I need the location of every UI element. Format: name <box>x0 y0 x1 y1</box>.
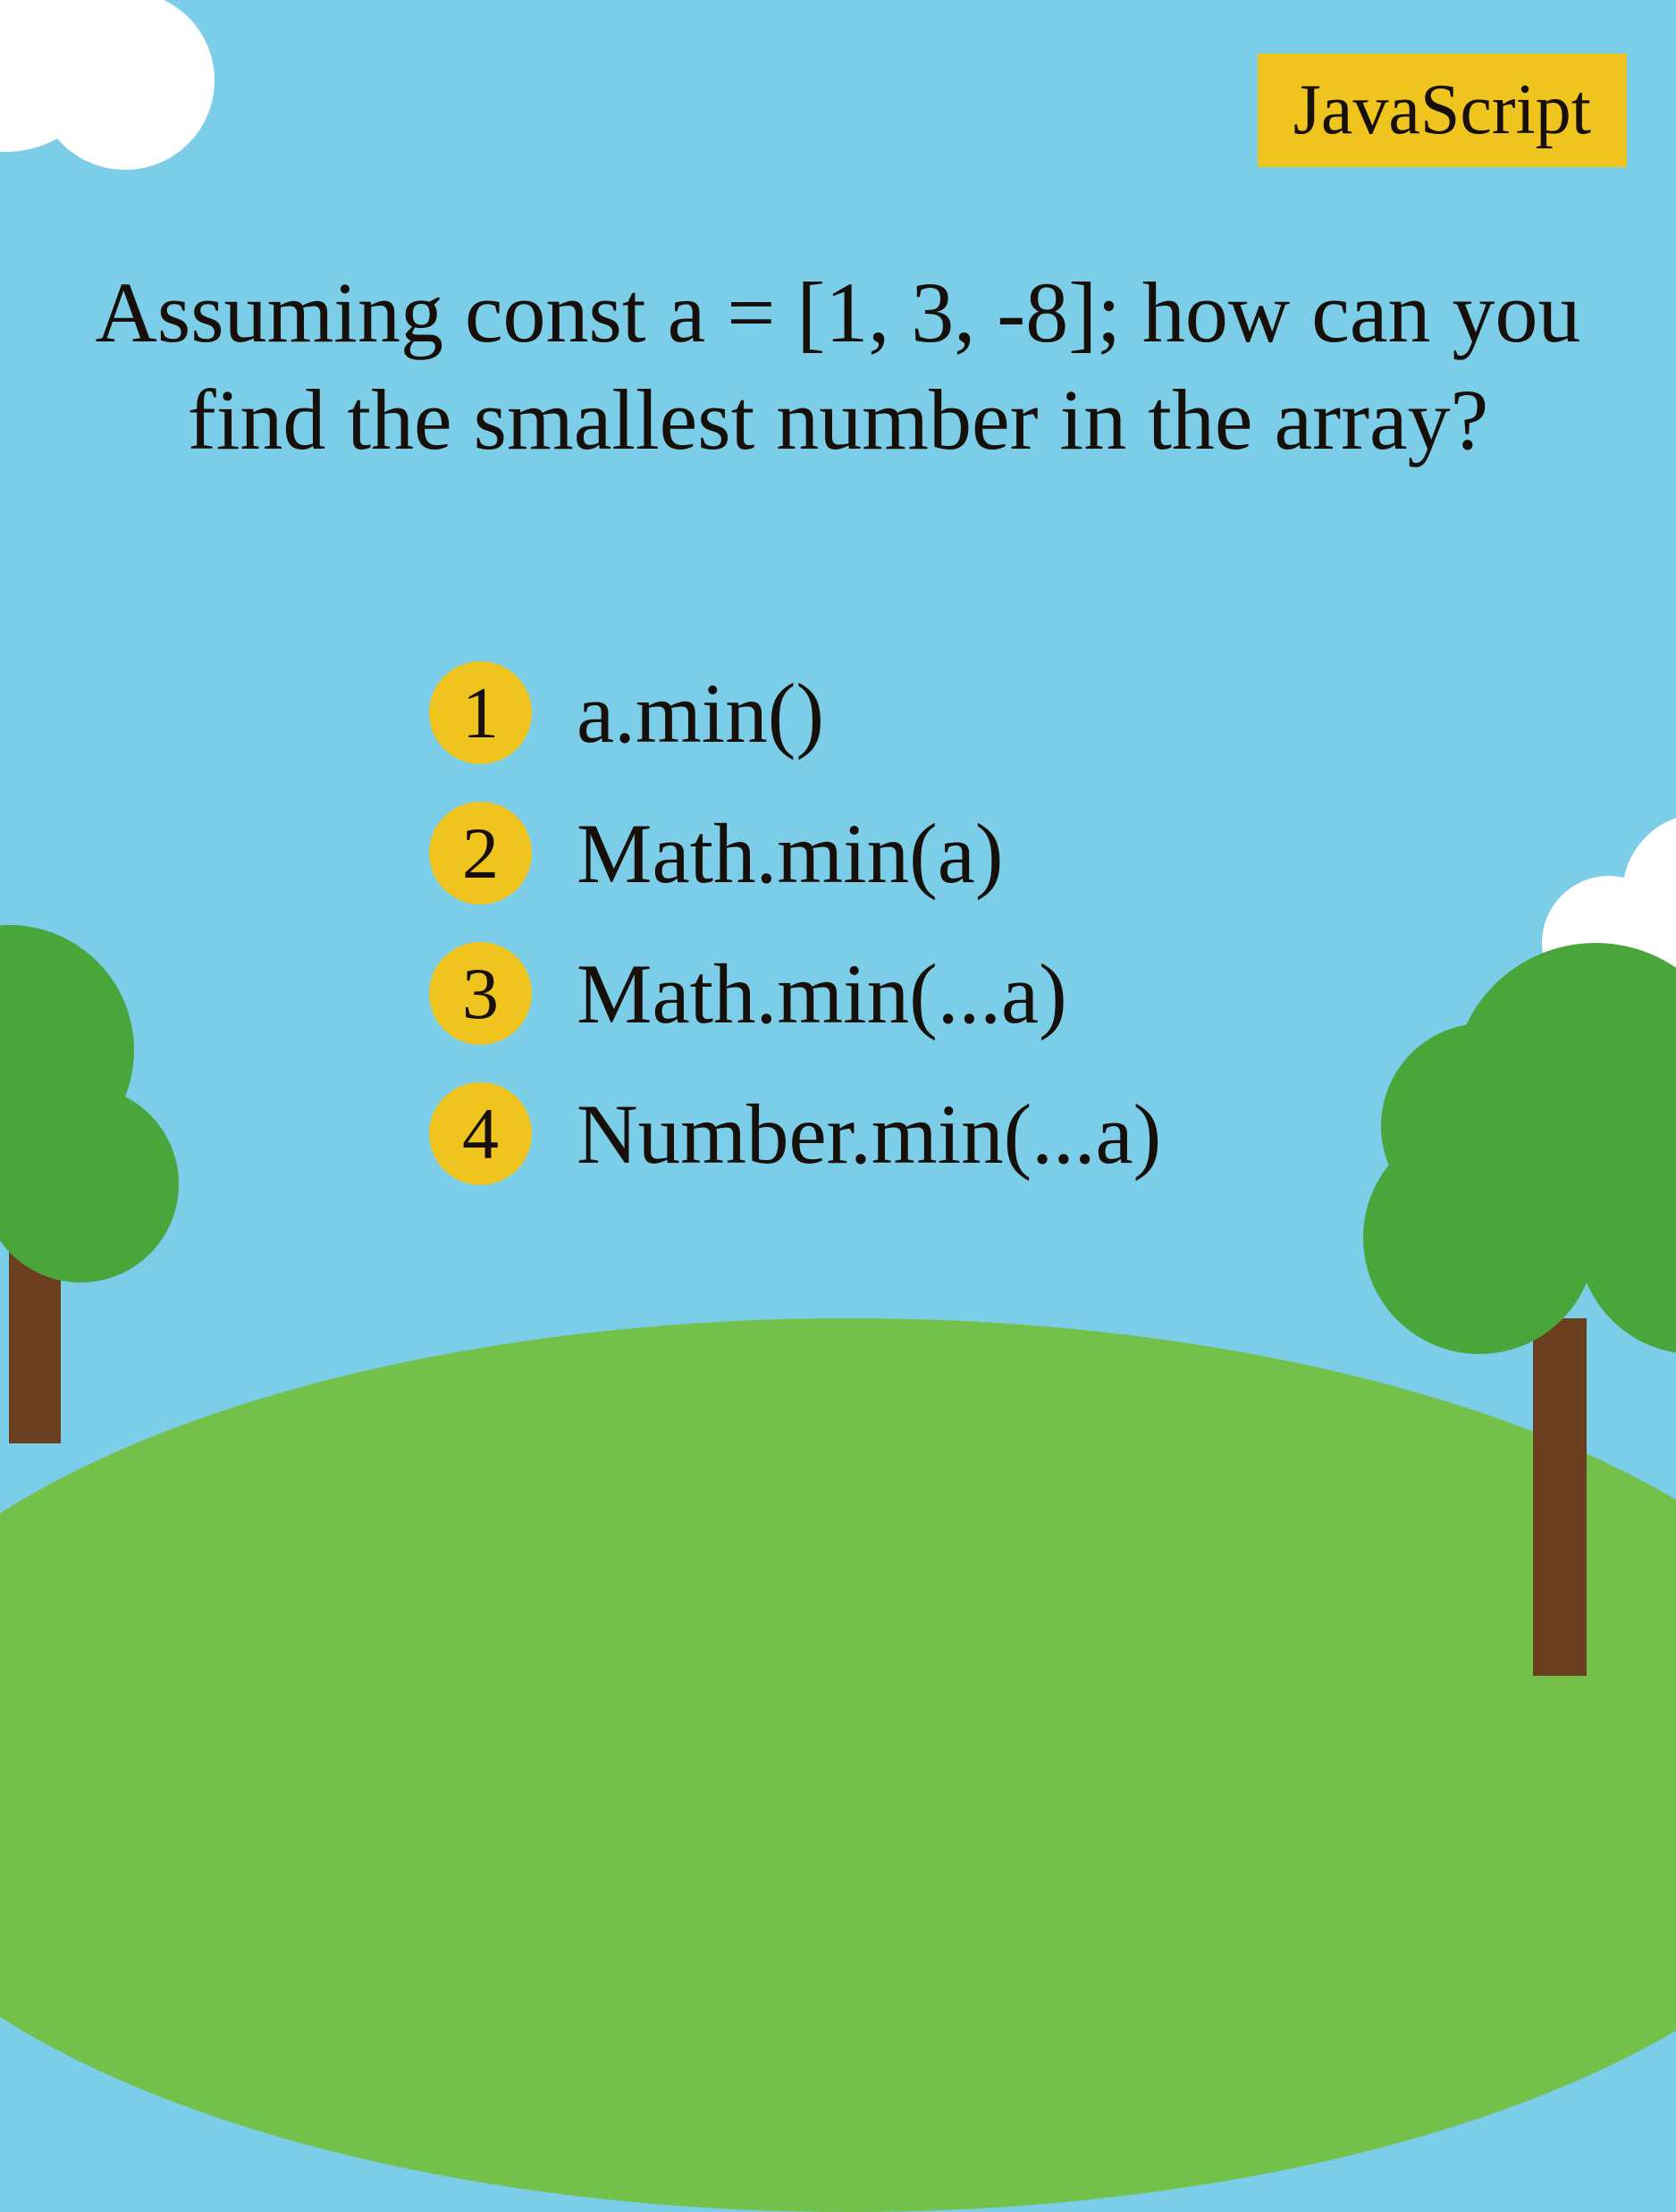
option-4[interactable]: 4 Number.min(...a) <box>429 1082 1161 1185</box>
option-number: 2 <box>429 802 532 904</box>
option-label: Math.min(a) <box>577 804 1004 903</box>
option-number: 1 <box>429 661 532 764</box>
grass-hill <box>0 1318 1676 2212</box>
option-label: Number.min(...a) <box>577 1085 1161 1183</box>
option-3[interactable]: 3 Math.min(...a) <box>429 942 1161 1045</box>
language-badge: JavaScript <box>1258 54 1627 167</box>
option-number: 4 <box>429 1082 532 1185</box>
option-1[interactable]: 1 a.min() <box>429 661 1161 764</box>
option-label: a.min() <box>577 664 824 762</box>
options-list: 1 a.min() 2 Math.min(a) 3 Math.min(...a)… <box>429 661 1161 1185</box>
question-text: Assuming const a = [1, 3, -8]; how can y… <box>79 259 1598 474</box>
option-number: 3 <box>429 942 532 1045</box>
cloud-top-left <box>0 0 268 179</box>
option-2[interactable]: 2 Math.min(a) <box>429 802 1161 904</box>
option-label: Math.min(...a) <box>577 945 1067 1043</box>
